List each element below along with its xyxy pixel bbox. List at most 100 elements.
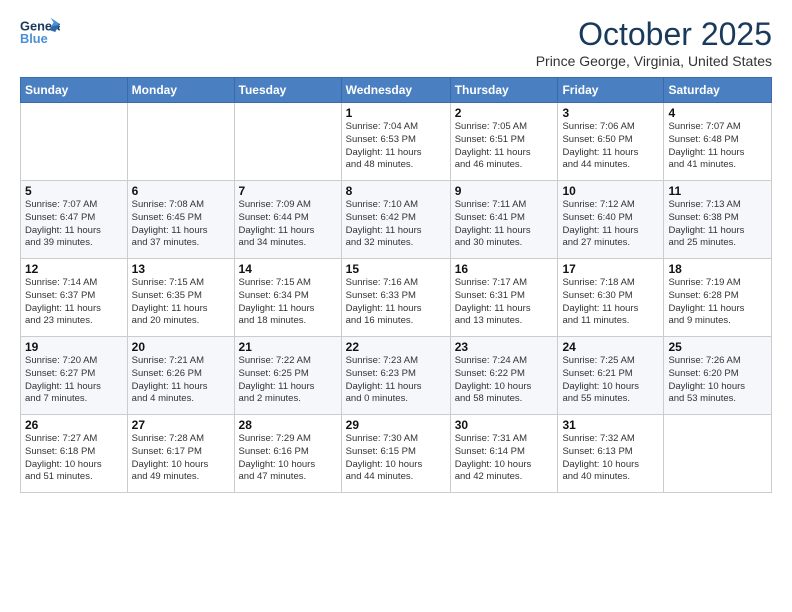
day-info: Sunrise: 7:20 AM Sunset: 6:27 PM Dayligh… xyxy=(25,355,123,406)
day-number: 6 xyxy=(132,184,230,198)
logo-icon: General Blue xyxy=(20,16,60,52)
day-info: Sunrise: 7:07 AM Sunset: 6:48 PM Dayligh… xyxy=(668,121,767,172)
calendar-cell: 2Sunrise: 7:05 AM Sunset: 6:51 PM Daylig… xyxy=(450,103,558,181)
day-number: 22 xyxy=(346,340,446,354)
day-number: 24 xyxy=(562,340,659,354)
week-row-1: 5Sunrise: 7:07 AM Sunset: 6:47 PM Daylig… xyxy=(21,181,772,259)
day-number: 13 xyxy=(132,262,230,276)
calendar-cell: 6Sunrise: 7:08 AM Sunset: 6:45 PM Daylig… xyxy=(127,181,234,259)
day-info: Sunrise: 7:07 AM Sunset: 6:47 PM Dayligh… xyxy=(25,199,123,250)
day-info: Sunrise: 7:08 AM Sunset: 6:45 PM Dayligh… xyxy=(132,199,230,250)
day-info: Sunrise: 7:31 AM Sunset: 6:14 PM Dayligh… xyxy=(455,433,554,484)
day-number: 19 xyxy=(25,340,123,354)
week-row-4: 26Sunrise: 7:27 AM Sunset: 6:18 PM Dayli… xyxy=(21,415,772,493)
day-info: Sunrise: 7:10 AM Sunset: 6:42 PM Dayligh… xyxy=(346,199,446,250)
calendar-cell: 17Sunrise: 7:18 AM Sunset: 6:30 PM Dayli… xyxy=(558,259,664,337)
calendar-cell xyxy=(21,103,128,181)
calendar-cell: 7Sunrise: 7:09 AM Sunset: 6:44 PM Daylig… xyxy=(234,181,341,259)
day-info: Sunrise: 7:09 AM Sunset: 6:44 PM Dayligh… xyxy=(239,199,337,250)
calendar-cell: 14Sunrise: 7:15 AM Sunset: 6:34 PM Dayli… xyxy=(234,259,341,337)
day-info: Sunrise: 7:18 AM Sunset: 6:30 PM Dayligh… xyxy=(562,277,659,328)
calendar-cell: 30Sunrise: 7:31 AM Sunset: 6:14 PM Dayli… xyxy=(450,415,558,493)
day-number: 15 xyxy=(346,262,446,276)
calendar-cell: 27Sunrise: 7:28 AM Sunset: 6:17 PM Dayli… xyxy=(127,415,234,493)
calendar-cell: 21Sunrise: 7:22 AM Sunset: 6:25 PM Dayli… xyxy=(234,337,341,415)
day-info: Sunrise: 7:11 AM Sunset: 6:41 PM Dayligh… xyxy=(455,199,554,250)
calendar-cell: 12Sunrise: 7:14 AM Sunset: 6:37 PM Dayli… xyxy=(21,259,128,337)
weekday-monday: Monday xyxy=(127,78,234,103)
calendar-cell: 5Sunrise: 7:07 AM Sunset: 6:47 PM Daylig… xyxy=(21,181,128,259)
calendar-cell: 28Sunrise: 7:29 AM Sunset: 6:16 PM Dayli… xyxy=(234,415,341,493)
day-number: 21 xyxy=(239,340,337,354)
day-number: 26 xyxy=(25,418,123,432)
day-number: 31 xyxy=(562,418,659,432)
day-info: Sunrise: 7:29 AM Sunset: 6:16 PM Dayligh… xyxy=(239,433,337,484)
week-row-0: 1Sunrise: 7:04 AM Sunset: 6:53 PM Daylig… xyxy=(21,103,772,181)
calendar-cell: 23Sunrise: 7:24 AM Sunset: 6:22 PM Dayli… xyxy=(450,337,558,415)
day-info: Sunrise: 7:23 AM Sunset: 6:23 PM Dayligh… xyxy=(346,355,446,406)
day-number: 2 xyxy=(455,106,554,120)
day-info: Sunrise: 7:21 AM Sunset: 6:26 PM Dayligh… xyxy=(132,355,230,406)
week-row-2: 12Sunrise: 7:14 AM Sunset: 6:37 PM Dayli… xyxy=(21,259,772,337)
day-info: Sunrise: 7:25 AM Sunset: 6:21 PM Dayligh… xyxy=(562,355,659,406)
calendar-cell: 1Sunrise: 7:04 AM Sunset: 6:53 PM Daylig… xyxy=(341,103,450,181)
day-info: Sunrise: 7:15 AM Sunset: 6:35 PM Dayligh… xyxy=(132,277,230,328)
calendar-cell: 11Sunrise: 7:13 AM Sunset: 6:38 PM Dayli… xyxy=(664,181,772,259)
calendar-cell: 24Sunrise: 7:25 AM Sunset: 6:21 PM Dayli… xyxy=(558,337,664,415)
calendar: SundayMondayTuesdayWednesdayThursdayFrid… xyxy=(20,77,772,493)
day-number: 30 xyxy=(455,418,554,432)
day-info: Sunrise: 7:27 AM Sunset: 6:18 PM Dayligh… xyxy=(25,433,123,484)
day-number: 16 xyxy=(455,262,554,276)
day-number: 17 xyxy=(562,262,659,276)
calendar-cell: 15Sunrise: 7:16 AM Sunset: 6:33 PM Dayli… xyxy=(341,259,450,337)
calendar-cell xyxy=(664,415,772,493)
day-info: Sunrise: 7:06 AM Sunset: 6:50 PM Dayligh… xyxy=(562,121,659,172)
day-number: 20 xyxy=(132,340,230,354)
day-info: Sunrise: 7:16 AM Sunset: 6:33 PM Dayligh… xyxy=(346,277,446,328)
day-info: Sunrise: 7:24 AM Sunset: 6:22 PM Dayligh… xyxy=(455,355,554,406)
page-header: General Blue October 2025 Prince George,… xyxy=(20,16,772,69)
logo: General Blue xyxy=(20,16,60,52)
calendar-cell: 22Sunrise: 7:23 AM Sunset: 6:23 PM Dayli… xyxy=(341,337,450,415)
day-number: 8 xyxy=(346,184,446,198)
day-info: Sunrise: 7:30 AM Sunset: 6:15 PM Dayligh… xyxy=(346,433,446,484)
calendar-cell: 4Sunrise: 7:07 AM Sunset: 6:48 PM Daylig… xyxy=(664,103,772,181)
location: Prince George, Virginia, United States xyxy=(536,53,772,69)
weekday-saturday: Saturday xyxy=(664,78,772,103)
calendar-cell: 29Sunrise: 7:30 AM Sunset: 6:15 PM Dayli… xyxy=(341,415,450,493)
calendar-cell: 26Sunrise: 7:27 AM Sunset: 6:18 PM Dayli… xyxy=(21,415,128,493)
day-info: Sunrise: 7:04 AM Sunset: 6:53 PM Dayligh… xyxy=(346,121,446,172)
weekday-thursday: Thursday xyxy=(450,78,558,103)
day-number: 5 xyxy=(25,184,123,198)
day-number: 4 xyxy=(668,106,767,120)
weekday-friday: Friday xyxy=(558,78,664,103)
day-number: 25 xyxy=(668,340,767,354)
day-number: 11 xyxy=(668,184,767,198)
day-info: Sunrise: 7:15 AM Sunset: 6:34 PM Dayligh… xyxy=(239,277,337,328)
day-number: 14 xyxy=(239,262,337,276)
calendar-cell: 13Sunrise: 7:15 AM Sunset: 6:35 PM Dayli… xyxy=(127,259,234,337)
day-info: Sunrise: 7:17 AM Sunset: 6:31 PM Dayligh… xyxy=(455,277,554,328)
day-info: Sunrise: 7:22 AM Sunset: 6:25 PM Dayligh… xyxy=(239,355,337,406)
day-number: 3 xyxy=(562,106,659,120)
calendar-cell: 10Sunrise: 7:12 AM Sunset: 6:40 PM Dayli… xyxy=(558,181,664,259)
calendar-cell: 3Sunrise: 7:06 AM Sunset: 6:50 PM Daylig… xyxy=(558,103,664,181)
day-number: 7 xyxy=(239,184,337,198)
weekday-wednesday: Wednesday xyxy=(341,78,450,103)
calendar-cell xyxy=(127,103,234,181)
weekday-header-row: SundayMondayTuesdayWednesdayThursdayFrid… xyxy=(21,78,772,103)
day-info: Sunrise: 7:05 AM Sunset: 6:51 PM Dayligh… xyxy=(455,121,554,172)
day-number: 12 xyxy=(25,262,123,276)
weekday-tuesday: Tuesday xyxy=(234,78,341,103)
title-section: October 2025 Prince George, Virginia, Un… xyxy=(536,16,772,69)
day-number: 29 xyxy=(346,418,446,432)
day-info: Sunrise: 7:28 AM Sunset: 6:17 PM Dayligh… xyxy=(132,433,230,484)
calendar-cell xyxy=(234,103,341,181)
calendar-cell: 16Sunrise: 7:17 AM Sunset: 6:31 PM Dayli… xyxy=(450,259,558,337)
day-number: 9 xyxy=(455,184,554,198)
day-number: 10 xyxy=(562,184,659,198)
day-info: Sunrise: 7:13 AM Sunset: 6:38 PM Dayligh… xyxy=(668,199,767,250)
day-number: 27 xyxy=(132,418,230,432)
calendar-cell: 31Sunrise: 7:32 AM Sunset: 6:13 PM Dayli… xyxy=(558,415,664,493)
day-number: 18 xyxy=(668,262,767,276)
